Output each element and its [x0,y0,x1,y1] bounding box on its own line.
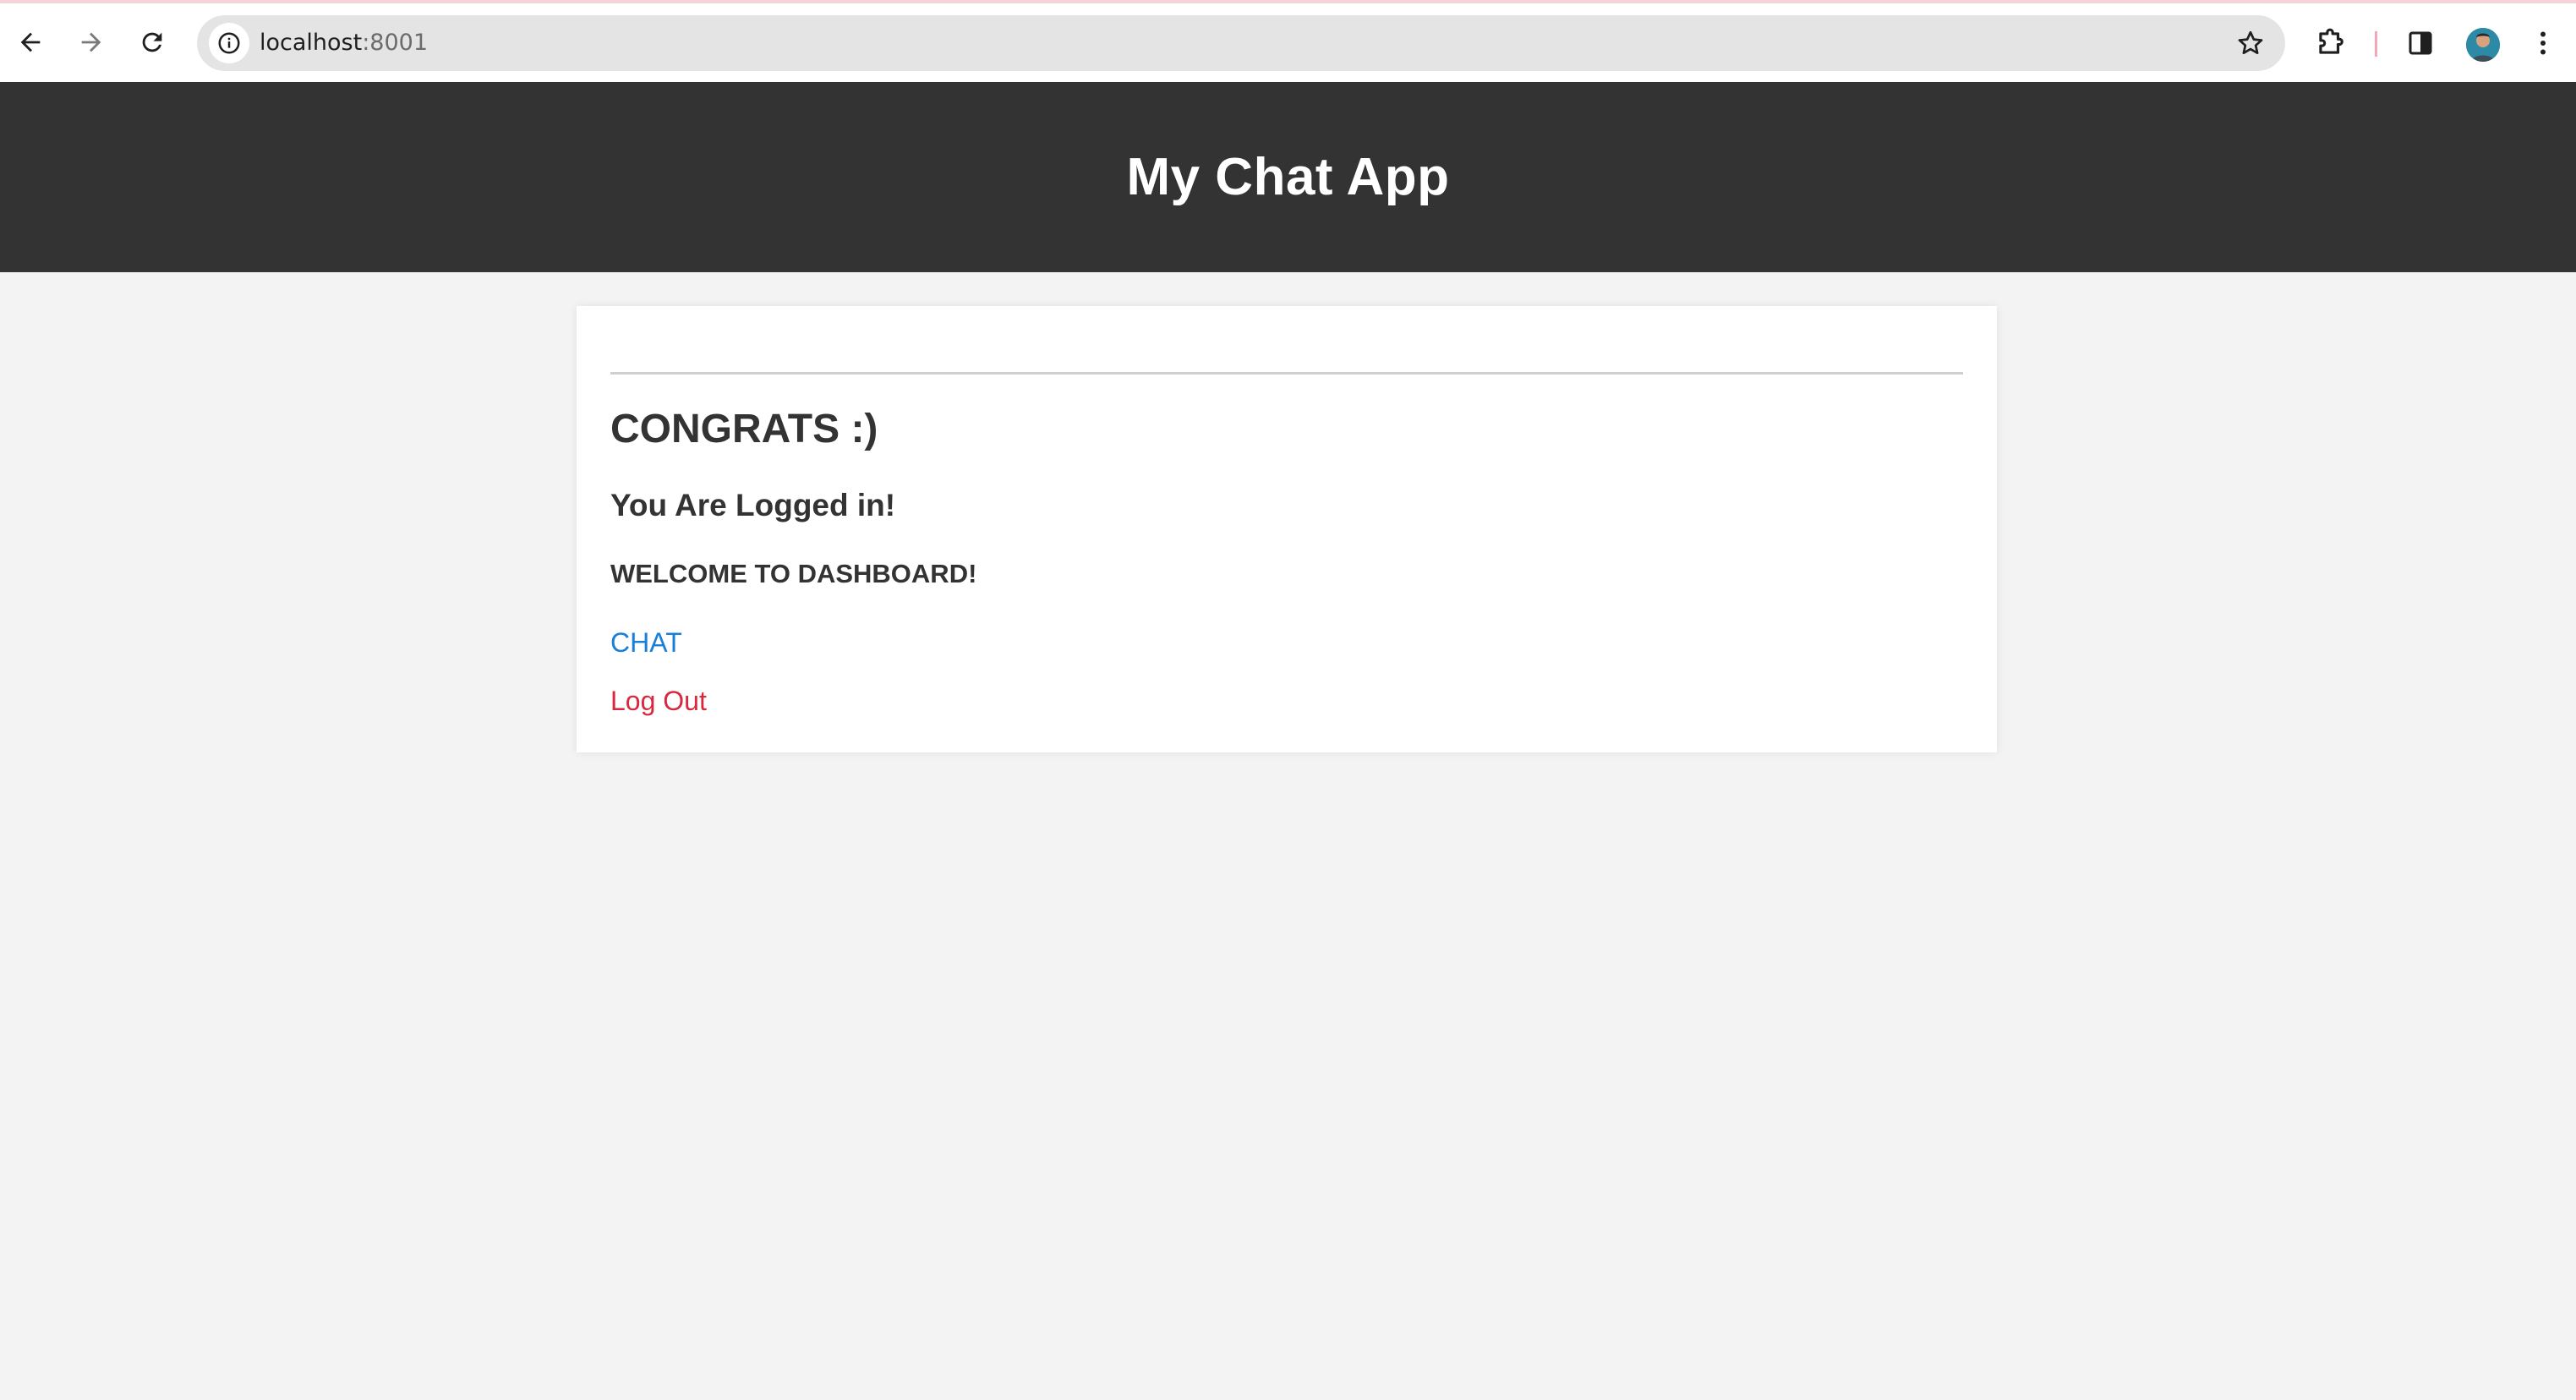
avatar[interactable] [2466,28,2500,62]
puzzle-icon [2319,28,2344,54]
bookmark-button[interactable] [2233,25,2268,61]
back-button[interactable] [10,22,51,63]
site-info-button[interactable] [209,23,249,63]
forward-button[interactable] [71,22,112,63]
reload-icon [142,32,162,52]
reload-button[interactable] [132,22,172,63]
browser-menu-button[interactable] [2524,24,2562,63]
side-panel-icon [2409,31,2432,55]
arrow-left-icon [20,32,41,52]
logged-in-heading: You Are Logged in! [610,488,896,522]
divider [610,372,1963,375]
url-text[interactable]: localhost:8001 [260,30,428,57]
dashboard-card: CONGRATS :) You Are Logged in! WELCOME T… [577,306,1997,752]
info-icon [218,32,240,54]
url-host: localhost [260,30,363,56]
arrow-right-icon [81,32,101,52]
app-title: My Chat App [1126,148,1450,206]
browser-toolbar: localhost:8001 [0,0,2576,82]
extensions-button[interactable] [2311,24,2349,63]
kebab-menu-icon [2540,31,2546,55]
logout-link[interactable]: Log Out [610,684,707,718]
side-panel-button[interactable] [2401,24,2440,63]
address-bar[interactable]: localhost:8001 [197,15,2285,71]
profile-avatar-icon [2466,28,2500,62]
app-header: My Chat App [0,82,2576,272]
congrats-heading: CONGRATS :) [610,407,878,451]
toolbar-divider [2375,31,2377,57]
welcome-heading: WELCOME TO DASHBOARD! [610,559,977,588]
star-icon [2238,30,2263,55]
url-port: :8001 [362,30,429,56]
chat-link[interactable]: CHAT [610,626,682,659]
